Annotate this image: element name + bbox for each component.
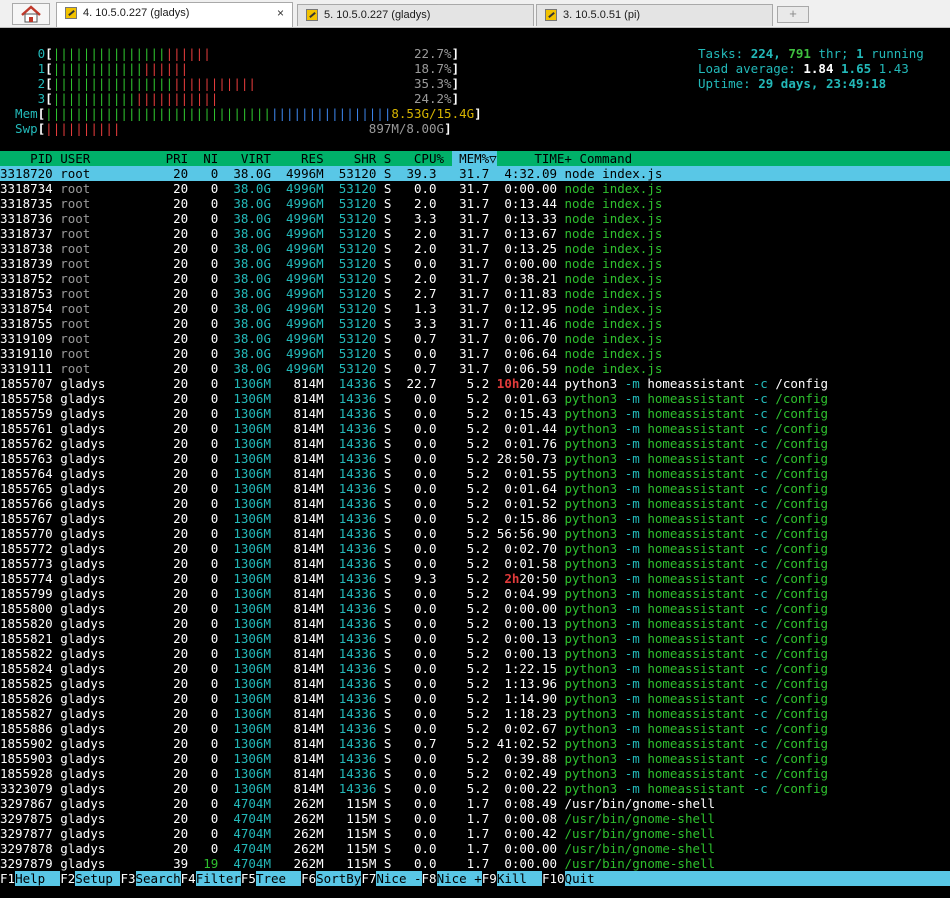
tab-gladys-4[interactable]: 4. 10.5.0.227 (gladys) × <box>56 2 293 27</box>
table-row[interactable]: 1855799 gladys 20 0 1306M 814M 14336 S 0… <box>0 586 950 601</box>
fkey-f1[interactable]: F1 <box>0 871 15 886</box>
table-row[interactable]: 3318752 root 20 0 38.0G 4996M 53120 S 2.… <box>0 271 950 286</box>
table-row[interactable]: 1855767 gladys 20 0 1306M 814M 14336 S 0… <box>0 511 950 526</box>
fkey-label[interactable]: Help <box>15 871 61 886</box>
fkey-f6[interactable]: F6 <box>301 871 316 886</box>
fkey-label[interactable]: Tree <box>255 871 302 886</box>
table-row[interactable]: 3318755 root 20 0 38.0G 4996M 53120 S 3.… <box>0 316 950 331</box>
table-row[interactable]: 3297875 gladys 20 0 4704M 262M 115M S 0.… <box>0 811 950 826</box>
uptime-line: Uptime: 29 days, 23:49:18 <box>698 76 887 91</box>
table-row[interactable]: 1855758 gladys 20 0 1306M 814M 14336 S 0… <box>0 391 950 406</box>
fkey-label[interactable]: Filter <box>195 871 241 886</box>
table-row[interactable]: 1855826 gladys 20 0 1306M 814M 14336 S 0… <box>0 691 950 706</box>
table-row[interactable]: 1855886 gladys 20 0 1306M 814M 14336 S 0… <box>0 721 950 736</box>
fkey-f9[interactable]: F9 <box>482 871 497 886</box>
close-icon[interactable]: × <box>277 6 284 20</box>
cpu-meter-3: 3[|||||||||||||||||||||| 24.2%] <box>0 91 460 106</box>
table-row[interactable]: 1855774 gladys 20 0 1306M 814M 14336 S 9… <box>0 571 950 586</box>
new-tab-button[interactable]: + <box>777 6 809 23</box>
table-row[interactable]: 1855707 gladys 20 0 1306M 814M 14336 S 2… <box>0 376 950 391</box>
load-average-line: Load average: 1.84 1.65 1.43 <box>698 61 909 76</box>
column-headers[interactable]: PID USER PRI NI VIRT RES SHR S CPU% MEM%… <box>0 151 632 166</box>
tab-bar: 4. 10.5.0.227 (gladys) × 5. 10.5.0.227 (… <box>0 0 950 28</box>
table-row[interactable]: 1855761 gladys 20 0 1306M 814M 14336 S 0… <box>0 421 950 436</box>
home-icon[interactable] <box>12 3 50 25</box>
fkey-label[interactable]: Nice + <box>436 871 482 886</box>
table-header[interactable]: PID USER PRI NI VIRT RES SHR S CPU% MEM%… <box>0 151 950 166</box>
table-row[interactable]: 1855773 gladys 20 0 1306M 814M 14336 S 0… <box>0 556 950 571</box>
fkey-f2[interactable]: F2 <box>60 871 75 886</box>
fkey-label[interactable]: Kill <box>496 871 542 886</box>
fkey-f3[interactable]: F3 <box>120 871 135 886</box>
table-row[interactable]: 1855928 gladys 20 0 1306M 814M 14336 S 0… <box>0 766 950 781</box>
table-row[interactable]: 3297867 gladys 20 0 4704M 262M 115M S 0.… <box>0 796 950 811</box>
cpu-meter-2: 2[||||||||||||||||||||||||||| 35.3%] <box>0 76 460 91</box>
table-row[interactable]: 1855820 gladys 20 0 1306M 814M 14336 S 0… <box>0 616 950 631</box>
table-row[interactable]: 1855759 gladys 20 0 1306M 814M 14336 S 0… <box>0 406 950 421</box>
table-row[interactable]: 3318737 root 20 0 38.0G 4996M 53120 S 2.… <box>0 226 950 241</box>
table-row[interactable]: 3323079 gladys 20 0 1306M 814M 14336 S 0… <box>0 781 950 796</box>
table-row[interactable]: 3318738 root 20 0 38.0G 4996M 53120 S 2.… <box>0 241 950 256</box>
table-row[interactable]: 3318736 root 20 0 38.0G 4996M 53120 S 3.… <box>0 211 950 226</box>
fkey-label[interactable]: Quit <box>564 871 950 886</box>
fkey-label[interactable]: Nice - <box>376 871 422 886</box>
table-row[interactable]: 1855763 gladys 20 0 1306M 814M 14336 S 0… <box>0 451 950 466</box>
cpu-meter-1: 1[|||||||||||||||||| 18.7%] <box>0 61 460 76</box>
terminal-icon <box>306 9 318 21</box>
table-row[interactable]: 1855827 gladys 20 0 1306M 814M 14336 S 0… <box>0 706 950 721</box>
tab-gladys-5[interactable]: 5. 10.5.0.227 (gladys) <box>297 4 534 26</box>
table-row[interactable]: 3319111 root 20 0 38.0G 4996M 53120 S 0.… <box>0 361 950 376</box>
table-row[interactable]: 3319110 root 20 0 38.0G 4996M 53120 S 0.… <box>0 346 950 361</box>
table-row[interactable]: 1855764 gladys 20 0 1306M 814M 14336 S 0… <box>0 466 950 481</box>
table-row[interactable]: 3319109 root 20 0 38.0G 4996M 53120 S 0.… <box>0 331 950 346</box>
table-row[interactable]: 3297877 gladys 20 0 4704M 262M 115M S 0.… <box>0 826 950 841</box>
fkey-label[interactable]: Search <box>135 871 181 886</box>
table-row[interactable]: 1855762 gladys 20 0 1306M 814M 14336 S 0… <box>0 436 950 451</box>
table-row[interactable]: 1855821 gladys 20 0 1306M 814M 14336 S 0… <box>0 631 950 646</box>
table-row[interactable]: 3318739 root 20 0 38.0G 4996M 53120 S 0.… <box>0 256 950 271</box>
mem-meter: Mem[||||||||||||||||||||||||||||||||||||… <box>0 106 482 121</box>
tab-label: 3. 10.5.0.51 (pi) <box>563 9 641 21</box>
tasks-line: Tasks: 224, 791 thr; 1 running <box>698 46 924 61</box>
fkey-f8[interactable]: F8 <box>422 871 437 886</box>
fkey-label[interactable]: SortBy <box>316 871 362 886</box>
terminal[interactable]: 0[||||||||||||||||||||| 22.7%] 1[|||||||… <box>0 28 950 898</box>
table-row[interactable]: 3318735 root 20 0 38.0G 4996M 53120 S 2.… <box>0 196 950 211</box>
terminal-icon <box>545 9 557 21</box>
table-row[interactable]: 1855825 gladys 20 0 1306M 814M 14336 S 0… <box>0 676 950 691</box>
terminal-icon <box>65 7 77 19</box>
fkey-f10[interactable]: F10 <box>542 871 565 886</box>
table-row[interactable]: 1855772 gladys 20 0 1306M 814M 14336 S 0… <box>0 541 950 556</box>
fkey-f5[interactable]: F5 <box>241 871 256 886</box>
table-row[interactable]: 3318734 root 20 0 38.0G 4996M 53120 S 0.… <box>0 181 950 196</box>
fkey-row: F1Help F2Setup F3SearchF4FilterF5Tree F6… <box>0 871 950 886</box>
table-row[interactable]: 1855822 gladys 20 0 1306M 814M 14336 S 0… <box>0 646 950 661</box>
table-row[interactable]: 3318753 root 20 0 38.0G 4996M 53120 S 2.… <box>0 286 950 301</box>
table-row[interactable]: 3297879 gladys 39 19 4704M 262M 115M S 0… <box>0 856 950 871</box>
swap-meter: Swp[|||||||||| 897M/8.00G] <box>0 121 452 136</box>
tab-pi[interactable]: 3. 10.5.0.51 (pi) <box>536 4 773 26</box>
tab-label: 5. 10.5.0.227 (gladys) <box>324 9 431 21</box>
table-row[interactable]: 1855770 gladys 20 0 1306M 814M 14336 S 0… <box>0 526 950 541</box>
table-row[interactable]: 1855824 gladys 20 0 1306M 814M 14336 S 0… <box>0 661 950 676</box>
cpu-meter-0: 0[||||||||||||||||||||| 22.7%] <box>0 46 460 61</box>
fkey-f4[interactable]: F4 <box>181 871 196 886</box>
fkey-label[interactable]: Setup <box>75 871 121 886</box>
table-row[interactable]: 1855903 gladys 20 0 1306M 814M 14336 S 0… <box>0 751 950 766</box>
table-row[interactable]: 1855766 gladys 20 0 1306M 814M 14336 S 0… <box>0 496 950 511</box>
tab-label: 4. 10.5.0.227 (gladys) <box>83 7 190 19</box>
table-row[interactable]: 3318720 root 20 0 38.0G 4996M 53120 S 39… <box>0 166 950 181</box>
table-row[interactable]: 1855800 gladys 20 0 1306M 814M 14336 S 0… <box>0 601 950 616</box>
fkey-f7[interactable]: F7 <box>361 871 376 886</box>
table-row[interactable]: 1855902 gladys 20 0 1306M 814M 14336 S 0… <box>0 736 950 751</box>
table-row[interactable]: 1855765 gladys 20 0 1306M 814M 14336 S 0… <box>0 481 950 496</box>
table-row[interactable]: 3318754 root 20 0 38.0G 4996M 53120 S 1.… <box>0 301 950 316</box>
table-row[interactable]: 3297878 gladys 20 0 4704M 262M 115M S 0.… <box>0 841 950 856</box>
